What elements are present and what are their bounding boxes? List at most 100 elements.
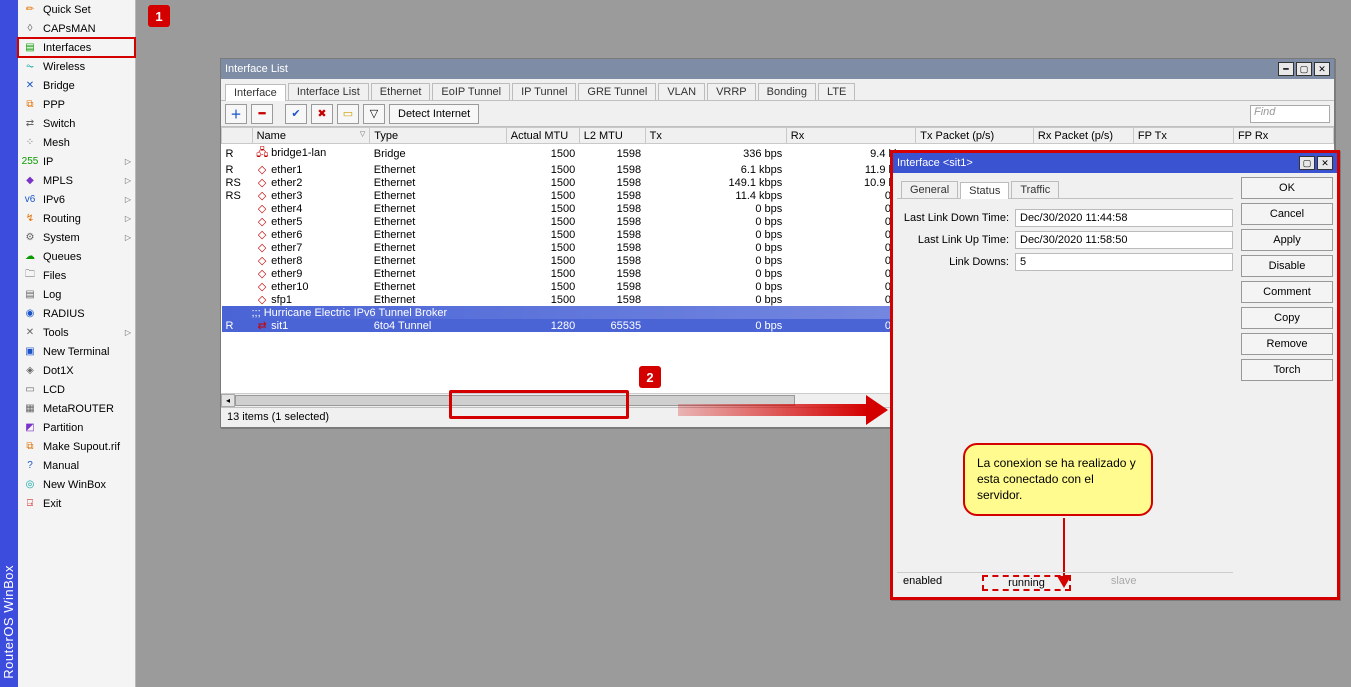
detail-tab-traffic[interactable]: Traffic — [1011, 181, 1059, 198]
sidebar-item-tools[interactable]: ✕Tools▷ — [18, 323, 135, 342]
scroll-left-arrow[interactable]: ◂ — [221, 394, 235, 407]
cancel-button[interactable]: Cancel — [1241, 203, 1333, 225]
sidebar-item-quick-set[interactable]: ✏Quick Set — [18, 0, 135, 19]
sidebar-label: Switch — [43, 118, 75, 130]
col-header[interactable]: Type — [370, 128, 506, 144]
submenu-arrow-icon: ▷ — [125, 176, 131, 185]
tab-ethernet[interactable]: Ethernet — [371, 83, 431, 100]
field-label: Last Link Down Time: — [897, 212, 1015, 224]
detail-maximize-button[interactable]: ▢ — [1299, 156, 1315, 170]
apply-button[interactable]: Apply — [1241, 229, 1333, 251]
menu-icon: ▤ — [22, 288, 38, 302]
sidebar-item-exit[interactable]: ⍈Exit — [18, 494, 135, 513]
detail-status-strip: enabled running slave — [897, 572, 1233, 593]
sidebar-item-interfaces[interactable]: ▤Interfaces — [18, 38, 135, 57]
submenu-arrow-icon: ▷ — [125, 328, 131, 337]
close-button[interactable]: ✕ — [1314, 62, 1330, 76]
filter-button[interactable]: ▽ — [363, 104, 385, 124]
col-header[interactable]: L2 MTU — [579, 128, 645, 144]
sidebar-item-ip[interactable]: 255IP▷ — [18, 152, 135, 171]
add-button[interactable]: ＋ — [225, 104, 247, 124]
detail-close-button[interactable]: ✕ — [1317, 156, 1333, 170]
enable-button[interactable]: ✔ — [285, 104, 307, 124]
sidebar-item-dot1x[interactable]: ◈Dot1X — [18, 361, 135, 380]
detail-titlebar[interactable]: Interface <sit1> ▢ ✕ — [893, 153, 1337, 173]
tab-vlan[interactable]: VLAN — [658, 83, 705, 100]
sidebar-item-partition[interactable]: ◩Partition — [18, 418, 135, 437]
sidebar-label: RADIUS — [43, 308, 85, 320]
col-header[interactable]: FP Rx — [1233, 128, 1333, 144]
tab-ip-tunnel[interactable]: IP Tunnel — [512, 83, 576, 100]
sidebar-item-mpls[interactable]: ◆MPLS▷ — [18, 171, 135, 190]
sidebar-label: MPLS — [43, 175, 73, 187]
sidebar-label: IPv6 — [43, 194, 65, 206]
col-header[interactable]: Tx Packet (p/s) — [916, 128, 1034, 144]
tab-bonding[interactable]: Bonding — [758, 83, 816, 100]
remove-button[interactable]: ━ — [251, 104, 273, 124]
callout-1: 1 — [148, 5, 170, 27]
col-header[interactable]: Name▽ — [252, 128, 370, 144]
col-header[interactable]: Tx — [645, 128, 786, 144]
sidebar-item-files[interactable]: 🗀Files — [18, 266, 135, 285]
sidebar-label: System — [43, 232, 80, 244]
menu-icon: ⚙ — [22, 231, 38, 245]
brand-bar: RouterOS WinBox — [0, 0, 18, 687]
sidebar-item-queues[interactable]: ☁Queues — [18, 247, 135, 266]
minimize-button[interactable]: ━ — [1278, 62, 1294, 76]
sidebar-item-metarouter[interactable]: ▦MetaROUTER — [18, 399, 135, 418]
col-header[interactable]: FP Tx — [1133, 128, 1233, 144]
sidebar-item-wireless[interactable]: ⏦Wireless — [18, 57, 135, 76]
remove-button[interactable]: Remove — [1241, 333, 1333, 355]
sidebar-item-log[interactable]: ▤ Log — [18, 285, 135, 304]
detail-tab-status[interactable]: Status — [960, 182, 1009, 199]
find-input[interactable]: Find — [1250, 105, 1330, 123]
ok-button[interactable]: OK — [1241, 177, 1333, 199]
col-header[interactable]: Rx Packet (p/s) — [1033, 128, 1133, 144]
sidebar-item-ppp[interactable]: ⧉PPP — [18, 95, 135, 114]
sidebar-item-mesh[interactable]: ⁘Mesh — [18, 133, 135, 152]
sidebar: ✏Quick Set◊CAPsMAN▤Interfaces⏦Wireless✕B… — [18, 0, 136, 687]
menu-icon: ◩ — [22, 421, 38, 435]
copy-button[interactable]: Copy — [1241, 307, 1333, 329]
field-value: Dec/30/2020 11:44:58 — [1015, 209, 1233, 227]
sidebar-item-new-winbox[interactable]: ◎New WinBox — [18, 475, 135, 494]
sidebar-item-bridge[interactable]: ✕Bridge — [18, 76, 135, 95]
tab-gre-tunnel[interactable]: GRE Tunnel — [578, 83, 656, 100]
sidebar-item-manual[interactable]: ?Manual — [18, 456, 135, 475]
tab-interface-list[interactable]: Interface List — [288, 83, 369, 100]
col-header[interactable]: Rx — [786, 128, 915, 144]
window-titlebar[interactable]: Interface List ━ ▢ ✕ — [221, 59, 1334, 79]
field-row: Last Link Up Time:Dec/30/2020 11:58:50 — [897, 231, 1233, 249]
item-count: 13 items (1 selected) — [227, 411, 329, 423]
sidebar-label: New Terminal — [43, 346, 109, 358]
toolbar: ＋ ━ ✔ ✖ ▭ ▽ Detect Internet Find — [221, 101, 1334, 127]
sidebar-item-ipv6[interactable]: v6IPv6▷ — [18, 190, 135, 209]
sidebar-item-switch[interactable]: ⇄Switch — [18, 114, 135, 133]
disable-button[interactable]: ✖ — [311, 104, 333, 124]
detect-internet-button[interactable]: Detect Internet — [389, 104, 479, 124]
comment-button[interactable]: Comment — [1241, 281, 1333, 303]
maximize-button[interactable]: ▢ — [1296, 62, 1312, 76]
menu-icon: ☁ — [22, 250, 38, 264]
sidebar-item-system[interactable]: ⚙System▷ — [18, 228, 135, 247]
disable-button[interactable]: Disable — [1241, 255, 1333, 277]
sidebar-item-capsman[interactable]: ◊CAPsMAN — [18, 19, 135, 38]
torch-button[interactable]: Torch — [1241, 359, 1333, 381]
sidebar-item-make-supout-rif[interactable]: ⧉Make Supout.rif — [18, 437, 135, 456]
detail-tab-general[interactable]: General — [901, 181, 958, 198]
sidebar-item-lcd[interactable]: ▭LCD — [18, 380, 135, 399]
sidebar-label: LCD — [43, 384, 65, 396]
col-header[interactable] — [222, 128, 253, 144]
comment-button[interactable]: ▭ — [337, 104, 359, 124]
sidebar-item-routing[interactable]: ↯Routing▷ — [18, 209, 135, 228]
tab-eoip-tunnel[interactable]: EoIP Tunnel — [432, 83, 510, 100]
sidebar-label: Log — [43, 289, 61, 301]
sidebar-item-new-terminal[interactable]: ▣New Terminal — [18, 342, 135, 361]
col-header[interactable]: Actual MTU — [506, 128, 579, 144]
sidebar-item-radius[interactable]: ◉RADIUS — [18, 304, 135, 323]
tab-vrrp[interactable]: VRRP — [707, 83, 756, 100]
sidebar-label: Make Supout.rif — [43, 441, 120, 453]
tab-lte[interactable]: LTE — [818, 83, 855, 100]
tab-interface[interactable]: Interface — [225, 84, 286, 101]
menu-icon: ◊ — [22, 22, 38, 36]
